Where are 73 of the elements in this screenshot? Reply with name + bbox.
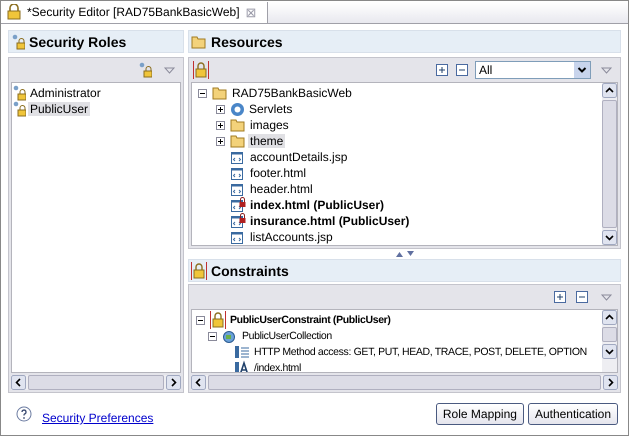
expand-toggle[interactable] <box>216 136 225 146</box>
vertical-scrollbar[interactable] <box>602 83 617 245</box>
tree-item[interactable]: PublicUserCollection <box>240 330 334 342</box>
section-title: Constraints <box>211 262 289 278</box>
expand-toggle[interactable] <box>216 104 225 114</box>
tree-item[interactable]: images <box>248 118 291 132</box>
sash-arrows-icon[interactable] <box>394 251 414 257</box>
horizontal-scrollbar[interactable] <box>11 375 181 390</box>
add-role-icon[interactable] <box>138 62 152 78</box>
role-item[interactable]: PublicUser <box>28 102 90 116</box>
collapse-all-icon[interactable] <box>455 63 469 77</box>
scroll-right-button[interactable] <box>166 375 181 390</box>
tree-item[interactable]: theme <box>248 134 286 148</box>
lock-icon[interactable] <box>193 61 209 79</box>
view-menu-icon[interactable] <box>601 66 612 74</box>
filter-dropdown[interactable]: All <box>475 61 591 79</box>
scroll-up-button[interactable] <box>602 83 617 98</box>
section-title: Resources <box>211 34 283 50</box>
expand-toggle[interactable] <box>216 120 225 130</box>
editor-tab-title[interactable]: *Security Editor [RAD75BankBasicWeb] <box>27 5 240 19</box>
role-icon <box>11 34 25 50</box>
collapse-all-icon[interactable] <box>575 290 589 304</box>
lock-icon <box>210 311 226 329</box>
locked-file-icon <box>230 213 246 229</box>
footer-button[interactable]: Role Mapping <box>436 403 524 425</box>
scroll-left-button[interactable] <box>191 375 206 390</box>
lock-icon <box>7 4 21 20</box>
tree-item[interactable]: accountDetails.jsp <box>248 150 350 164</box>
folder-icon <box>230 118 246 132</box>
scroll-left-button[interactable] <box>11 375 26 390</box>
role-item[interactable]: Administrator <box>28 86 103 100</box>
tree-item[interactable]: /index.html <box>252 362 303 372</box>
servlet-icon <box>230 102 245 116</box>
tree-item[interactable]: insurance.html (PublicUser) <box>248 214 412 228</box>
folder-icon <box>230 134 246 148</box>
vertical-scrollbar[interactable] <box>602 310 617 372</box>
tree-item[interactable]: RAD75BankBasicWeb <box>230 86 354 100</box>
footer-button[interactable]: Authentication <box>528 403 618 425</box>
scroll-right-button[interactable] <box>603 375 618 390</box>
tree-item[interactable]: PublicUserConstraint (PublicUser) <box>228 314 393 326</box>
scroll-down-button[interactable] <box>602 344 617 359</box>
folder-icon <box>191 34 207 48</box>
help-icon[interactable] <box>16 406 32 422</box>
chevron-down-icon[interactable] <box>574 62 590 78</box>
horizontal-scrollbar[interactable] <box>191 375 618 390</box>
expand-all-icon[interactable] <box>435 63 449 77</box>
tree-item[interactable]: listAccounts.jsp <box>248 230 335 244</box>
section-title: Security Roles <box>29 34 126 50</box>
list-icon <box>234 344 250 360</box>
file-icon <box>230 165 246 181</box>
lock-icon <box>191 262 207 280</box>
tree-item[interactable]: Servlets <box>247 102 294 116</box>
expand-toggle[interactable] <box>208 332 217 340</box>
scroll-down-button[interactable] <box>602 230 617 245</box>
tree-item[interactable]: HTTP Method access: GET, PUT, HEAD, TRACE, POST, DELETE, OPTION <box>252 346 589 358</box>
security-preferences-link[interactable]: Security Preferences <box>42 411 154 425</box>
view-menu-icon[interactable] <box>164 66 175 74</box>
locked-file-icon <box>230 197 246 213</box>
role-icon <box>12 85 26 101</box>
url-pattern-icon <box>234 360 250 372</box>
role-icon <box>12 101 26 117</box>
file-icon <box>230 149 246 165</box>
globe-icon <box>222 328 238 344</box>
file-icon <box>230 181 246 197</box>
folder-icon <box>212 86 228 100</box>
expand-all-icon[interactable] <box>553 290 567 304</box>
tree-item[interactable]: footer.html <box>248 166 308 180</box>
expand-toggle[interactable] <box>198 88 207 98</box>
tree-item[interactable]: index.html (PublicUser) <box>248 198 386 212</box>
expand-toggle[interactable] <box>196 316 205 324</box>
scroll-up-button[interactable] <box>602 310 617 325</box>
view-menu-icon[interactable] <box>601 294 612 300</box>
tree-item[interactable]: header.html <box>248 182 315 196</box>
